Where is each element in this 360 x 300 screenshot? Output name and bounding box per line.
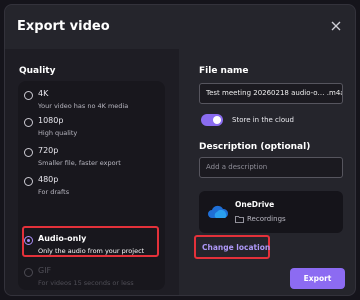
- option-description: For videos 15 seconds or less: [38, 279, 134, 287]
- export-button[interactable]: Export: [290, 268, 345, 289]
- quality-section: Quality 4K Your video has no 4K media 10…: [5, 49, 179, 295]
- option-description: High quality: [38, 129, 78, 137]
- option-label: Audio-only: [38, 234, 87, 243]
- option-label: 4K: [38, 89, 49, 98]
- store-in-cloud-label: Store in the cloud: [232, 116, 295, 124]
- change-location-link[interactable]: Change location: [202, 243, 270, 252]
- option-description: For drafts: [38, 188, 70, 196]
- export-video-dialog: Export video Quality 4K Your video has n…: [4, 4, 356, 296]
- quality-option-gif: GIF For videos 15 seconds or less: [18, 263, 165, 295]
- description-label: Description (optional): [199, 142, 311, 152]
- option-label: 480p: [38, 175, 59, 184]
- radio-button[interactable]: [24, 177, 33, 186]
- description-input[interactable]: Add a description: [199, 157, 343, 178]
- file-name-label: File name: [199, 66, 249, 76]
- radio-button[interactable]: [24, 148, 33, 157]
- radio-button[interactable]: [24, 118, 33, 127]
- quality-option-480p[interactable]: 480p For drafts: [18, 172, 165, 206]
- folder-icon: [235, 216, 244, 223]
- dialog-header: Export video: [5, 5, 355, 49]
- quality-option-1080p[interactable]: 1080p High quality: [18, 113, 165, 147]
- file-name-input[interactable]: Test meeting 20260218 audio-o… .m4a: [199, 83, 343, 104]
- quality-option-audio-only[interactable]: Audio-only Only the audio from your proj…: [18, 231, 165, 265]
- storage-service-name: OneDrive: [235, 200, 275, 209]
- close-icon[interactable]: [327, 17, 345, 35]
- storage-location-card: OneDrive Recordings: [199, 191, 343, 233]
- option-description: Your video has no 4K media: [38, 102, 129, 110]
- quality-label: Quality: [19, 66, 56, 76]
- option-description: Smaller file, faster export: [38, 159, 121, 167]
- radio-button[interactable]: [24, 91, 33, 100]
- storage-folder-name: Recordings: [247, 215, 286, 223]
- radio-button-disabled: [24, 268, 33, 277]
- option-label: 720p: [38, 146, 59, 155]
- onedrive-cloud-icon: [208, 205, 229, 218]
- option-description: Only the audio from your project: [38, 247, 145, 255]
- option-label: GIF: [38, 266, 52, 275]
- radio-button-selected[interactable]: [24, 236, 33, 245]
- option-label: 1080p: [38, 116, 64, 125]
- store-in-cloud-toggle[interactable]: [201, 114, 223, 126]
- dialog-title: Export video: [17, 19, 110, 34]
- quality-options-panel: 4K Your video has no 4K media 1080p High…: [18, 81, 165, 290]
